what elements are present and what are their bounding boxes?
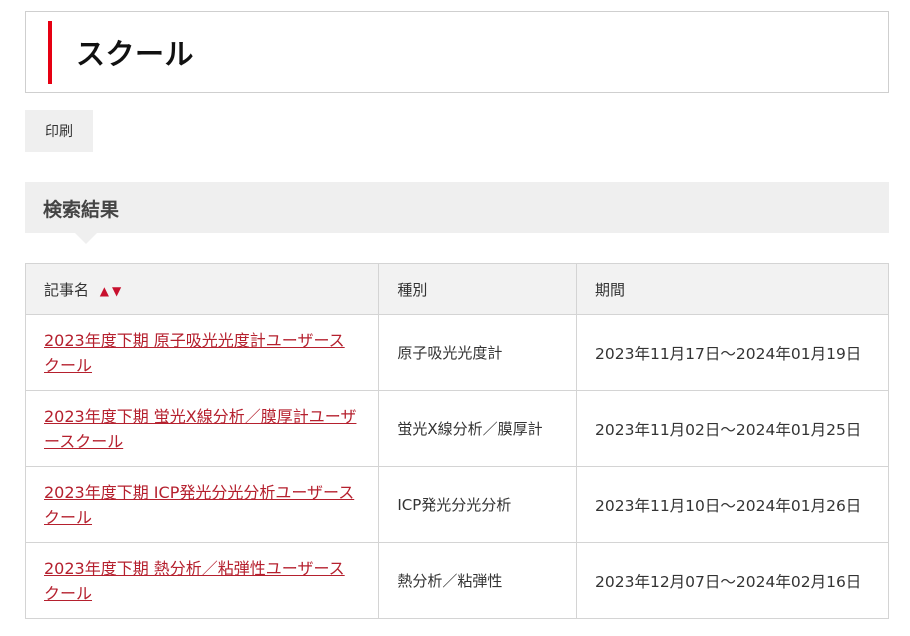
section-title: 検索結果	[43, 199, 120, 221]
title-accent-bar	[48, 21, 52, 84]
print-button[interactable]: 印刷	[25, 110, 93, 152]
search-results-heading: 検索結果	[25, 182, 889, 244]
sort-controls: ▲▼	[100, 284, 124, 298]
article-link[interactable]: 2023年度下期 ICP発光分光分析ユーザースクール	[44, 483, 354, 527]
sort-descending-icon[interactable]: ▼	[112, 284, 124, 298]
page-title: スクール	[76, 37, 195, 71]
column-header-name-label: 記事名	[44, 280, 90, 299]
table-header-row: 記事名 ▲▼ 種別 期間	[24, 263, 889, 315]
page-title-box: スクール	[25, 11, 889, 93]
cell-period: 2023年11月17日～2024年01月19日	[576, 314, 889, 391]
heading-pointer	[75, 233, 97, 244]
table-row: 2023年度下期 ICP発光分光分析ユーザースクール ICP発光分光分析 202…	[24, 466, 889, 543]
cell-type: ICP発光分光分析	[378, 466, 578, 543]
cell-type: 原子吸光光度計	[378, 314, 578, 391]
cell-period: 2023年11月10日～2024年01月26日	[576, 466, 889, 543]
table-row: 2023年度下期 蛍光X線分析／膜厚計ユーザースクール 蛍光X線分析／膜厚計 2…	[24, 390, 889, 467]
table-row: 2023年度下期 原子吸光光度計ユーザースクール 原子吸光光度計 2023年11…	[24, 314, 889, 391]
sort-ascending-icon[interactable]: ▲	[100, 284, 112, 298]
cell-name: 2023年度下期 原子吸光光度計ユーザースクール	[24, 314, 380, 391]
cell-name: 2023年度下期 熱分析／粘弾性ユーザースクール	[24, 542, 380, 619]
column-header-name: 記事名 ▲▼	[24, 263, 380, 315]
results-table: 記事名 ▲▼ 種別 期間 2023年度下期 原子吸光光度計ユーザースクール 原子…	[24, 263, 889, 619]
cell-type: 蛍光X線分析／膜厚計	[378, 390, 578, 467]
table-row: 2023年度下期 熱分析／粘弾性ユーザースクール 熱分析／粘弾性 2023年12…	[24, 542, 889, 619]
cell-period: 2023年12月07日～2024年02月16日	[576, 542, 889, 619]
column-header-type: 種別	[378, 263, 578, 315]
article-link[interactable]: 2023年度下期 原子吸光光度計ユーザースクール	[44, 331, 345, 375]
article-link[interactable]: 2023年度下期 熱分析／粘弾性ユーザースクール	[44, 559, 345, 603]
cell-type: 熱分析／粘弾性	[378, 542, 578, 619]
column-header-period: 期間	[576, 263, 889, 315]
cell-period: 2023年11月02日～2024年01月25日	[576, 390, 889, 467]
cell-name: 2023年度下期 蛍光X線分析／膜厚計ユーザースクール	[24, 390, 380, 467]
article-link[interactable]: 2023年度下期 蛍光X線分析／膜厚計ユーザースクール	[44, 407, 356, 451]
cell-name: 2023年度下期 ICP発光分光分析ユーザースクール	[24, 466, 380, 543]
